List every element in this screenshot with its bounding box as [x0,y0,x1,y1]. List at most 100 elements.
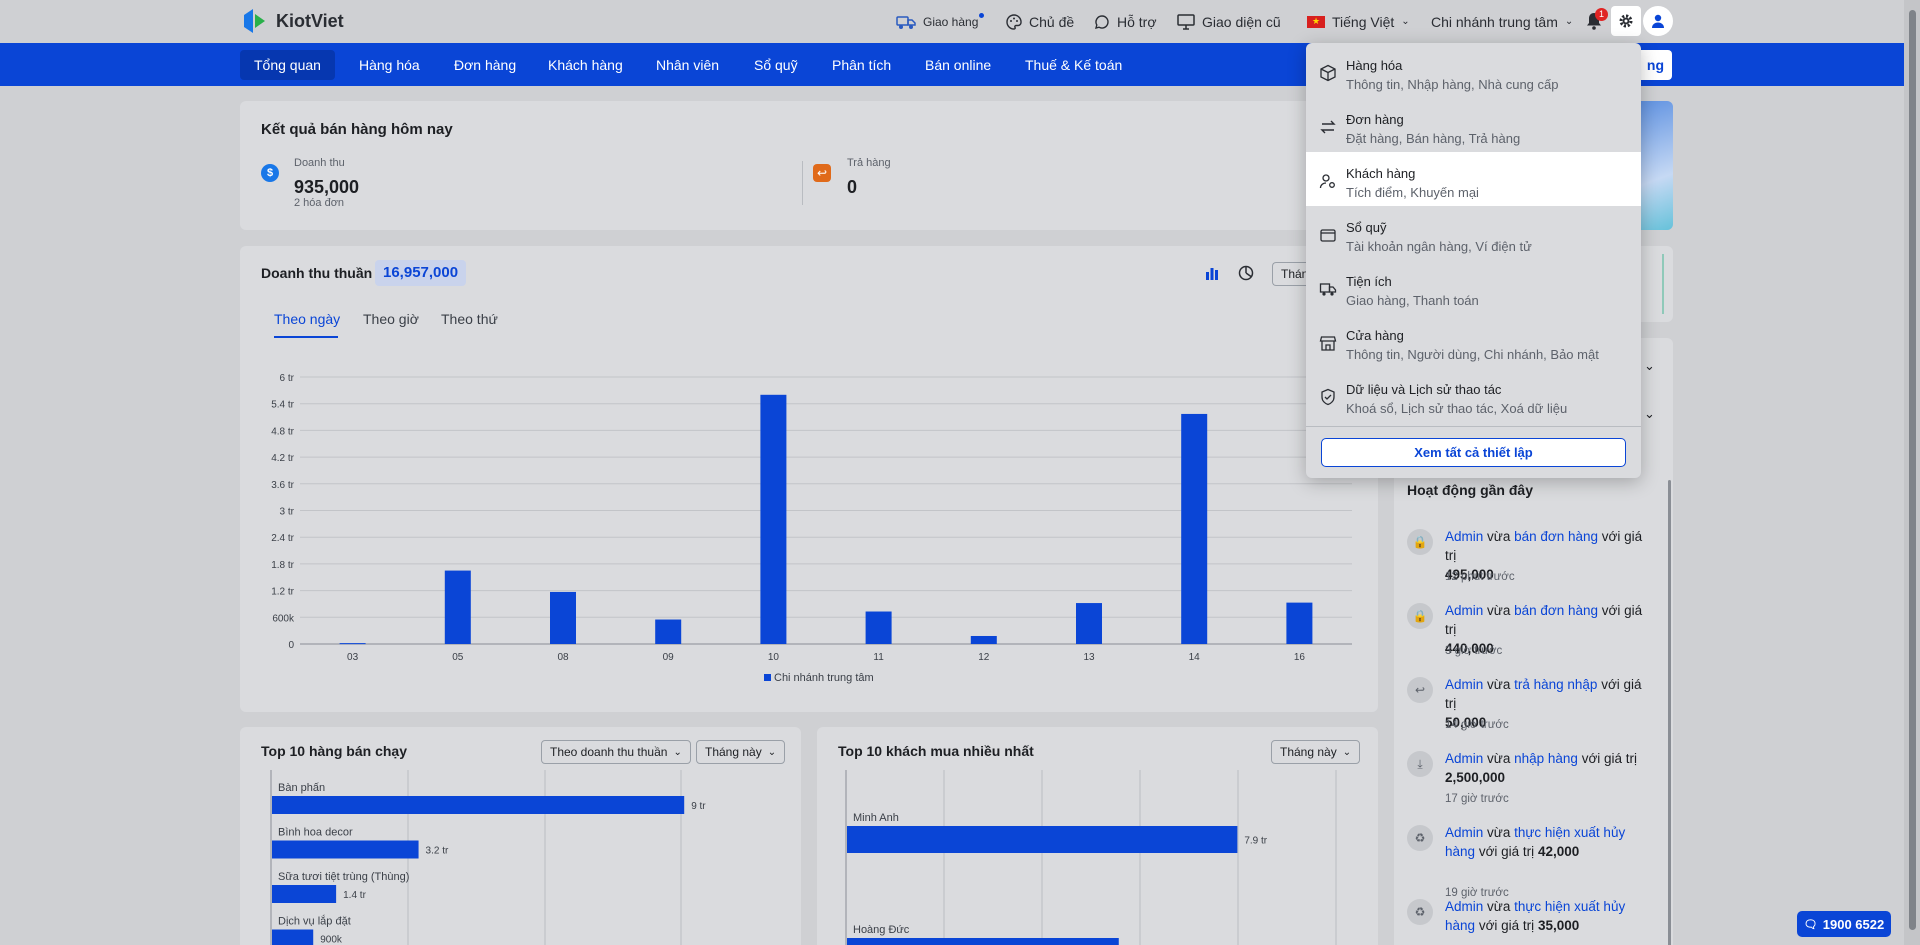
tab-by-weekday[interactable]: Theo thứ [441,311,498,327]
menu-divider [1306,426,1641,427]
branch-select[interactable]: Chi nhánh trung tâm ⌄ [1431,0,1573,43]
view-all-settings-button[interactable]: Xem tất cả thiết lập [1321,438,1626,467]
nav-customers[interactable]: Khách hàng [534,50,637,80]
tab-by-hour[interactable]: Theo giờ [363,311,419,327]
y-tick-label: 2.4 tr [271,533,294,544]
return-icon: ↩ [813,164,831,182]
x-tick-label: 10 [768,652,780,663]
kiotviet-logo-icon [244,9,265,33]
swap-icon [1320,120,1336,134]
bar [272,929,314,945]
delivery-dot [979,13,985,18]
settings-button[interactable] [1611,6,1641,36]
nav-staff[interactable]: Nhân viên [642,50,733,80]
activity-user-link[interactable]: Admin [1445,751,1483,766]
avatar-button[interactable] [1643,6,1673,36]
page-scrollbar-thumb[interactable] [1909,10,1916,930]
settings-menu-item[interactable]: Đơn hàng Đặt hàng, Bán hàng, Trả hàng [1306,98,1641,152]
store-icon [1319,336,1337,351]
language-label: Tiếng Việt [1332,13,1395,30]
support-link[interactable]: Hỗ trợ [1094,0,1157,43]
delivery-link[interactable]: Giao hàng [896,0,985,43]
activity-action-link[interactable]: nhập hàng [1514,751,1578,766]
top-products-title: Top 10 hàng bán chạy [261,743,407,759]
settings-menu-item[interactable]: Cửa hàng Thông tin, Người dùng, Chi nhánh… [1306,314,1641,368]
bar [865,611,892,644]
recycle-icon: ♻ [1407,899,1433,925]
logo-text: KiotViet [276,10,344,31]
delivery-label: Giao hàng [923,14,979,29]
chevron-down-icon: ⌄ [1342,746,1352,758]
hotline-button[interactable]: 🗨 1900 6522 [1797,911,1891,937]
activity-action-link[interactable]: trả hàng nhập [1514,677,1597,692]
activity-action-link[interactable]: bán đơn hàng [1514,603,1598,618]
bar [1286,602,1313,644]
menu-item-subtitle: Thông tin, Người dùng, Chi nhánh, Bảo mậ… [1346,347,1599,362]
activity-user-link[interactable]: Admin [1445,899,1483,914]
tab-by-day[interactable]: Theo ngày [274,311,340,327]
x-tick-label: 03 [347,652,359,663]
activity-time: 3 giờ trước [1445,645,1503,657]
nav-analytics[interactable]: Phân tích [818,50,905,80]
nav-orders[interactable]: Đơn hàng [440,50,530,80]
kiotviet-logo[interactable]: KiotViet [240,6,344,36]
bar-chart-toggle[interactable] [1204,265,1220,281]
notification-badge: 1 [1595,8,1608,21]
support-label: Hỗ trợ [1117,13,1157,30]
menu-item-title: Tiện ích [1346,274,1392,289]
old-ui-label: Giao diện cũ [1202,13,1281,30]
category-label: Bàn phấn [278,782,325,794]
menu-item-subtitle: Đặt hàng, Bán hàng, Trả hàng [1346,131,1521,146]
menu-item-title: Sổ quỹ [1346,220,1387,235]
settings-menu-item[interactable]: Tiện ích Giao hàng, Thanh toán [1306,260,1641,314]
activity-action-link[interactable]: bán đơn hàng [1514,529,1598,544]
chevron-down-icon: ⌄ [767,746,777,758]
top-customers-period-dropdown[interactable]: Tháng này ⌄ [1271,740,1361,764]
settings-menu-item[interactable]: Dữ liệu và Lịch sử thao tác Khoá sổ, Lịch… [1306,368,1641,422]
bar [1076,603,1102,644]
nav-tax-accounting[interactable]: Thuế & Kế toán [1011,50,1136,80]
activity-time: 12 phút trước [1445,571,1515,583]
nav-overview[interactable]: Tổng quan [240,50,335,80]
activity-value-prefix: với giá trị [1478,844,1535,859]
settings-menu-item[interactable]: Khách hàng Tích điểm, Khuyến mại [1306,152,1641,206]
hotline-number: 1900 6522 [1822,916,1885,932]
settings-menu-item[interactable]: Hàng hóa Thông tin, Nhập hàng, Nhà cung c… [1306,44,1641,98]
settings-menu-item[interactable]: Sổ quỹ Tài khoản ngân hàng, Ví điện tử [1306,206,1641,260]
user-settings-icon [1319,174,1335,189]
bar [760,394,787,644]
pie-chart-toggle[interactable] [1238,265,1254,281]
top-products-sort-dropdown[interactable]: Theo doanh thu thuần ⌄ [541,740,691,764]
activity-user-link[interactable]: Admin [1445,825,1483,840]
revenue-value: 935,000 [294,177,360,197]
sales-today-title: Kết quả bán hàng hôm nay [261,121,453,138]
top-customers-title: Top 10 khách mua nhiều nhất [838,743,1034,759]
top-products-period-dropdown[interactable]: Tháng này ⌄ [696,740,786,764]
pie-chart-icon [1238,265,1254,281]
old-ui-link[interactable]: Giao diện cũ [1177,0,1281,43]
activity-user-link[interactable]: Admin [1445,529,1483,544]
nav-online-sales[interactable]: Bán online [911,50,1005,80]
nav-products[interactable]: Hàng hóa [345,50,434,80]
shield-icon [1321,388,1335,406]
bar [1181,413,1208,644]
notification-button[interactable]: 1 [1579,6,1609,36]
lock-icon: 🔒 [1407,603,1433,629]
theme-link[interactable]: Chủ đề [1006,0,1074,43]
x-tick-label: 09 [663,652,675,663]
sales-today-card: Kết quả bán hàng hôm nay $ Doanh thu 935… [240,101,1378,230]
category-label: Minh Anh [853,812,899,824]
activity-user-link[interactable]: Admin [1445,677,1483,692]
activity-time: 14 giờ trước [1445,719,1509,731]
user-icon [1652,14,1664,28]
language-select[interactable]: ★ Tiếng Việt ⌄ [1307,0,1410,43]
nav-cashbook[interactable]: Sổ quỹ [740,50,812,80]
x-tick-label: 08 [557,652,569,663]
menu-item-title: Cửa hàng [1346,328,1404,343]
net-revenue-value: 16,957,000 [375,260,467,286]
page-scrollbar[interactable] [1904,0,1920,945]
activity-user-link[interactable]: Admin [1445,603,1483,618]
activity-scrollbar[interactable] [1668,480,1671,945]
gear-icon [1619,14,1633,28]
top-customers-chart: Minh Anh 7.9 tr Hoàng Đức [845,770,1337,945]
